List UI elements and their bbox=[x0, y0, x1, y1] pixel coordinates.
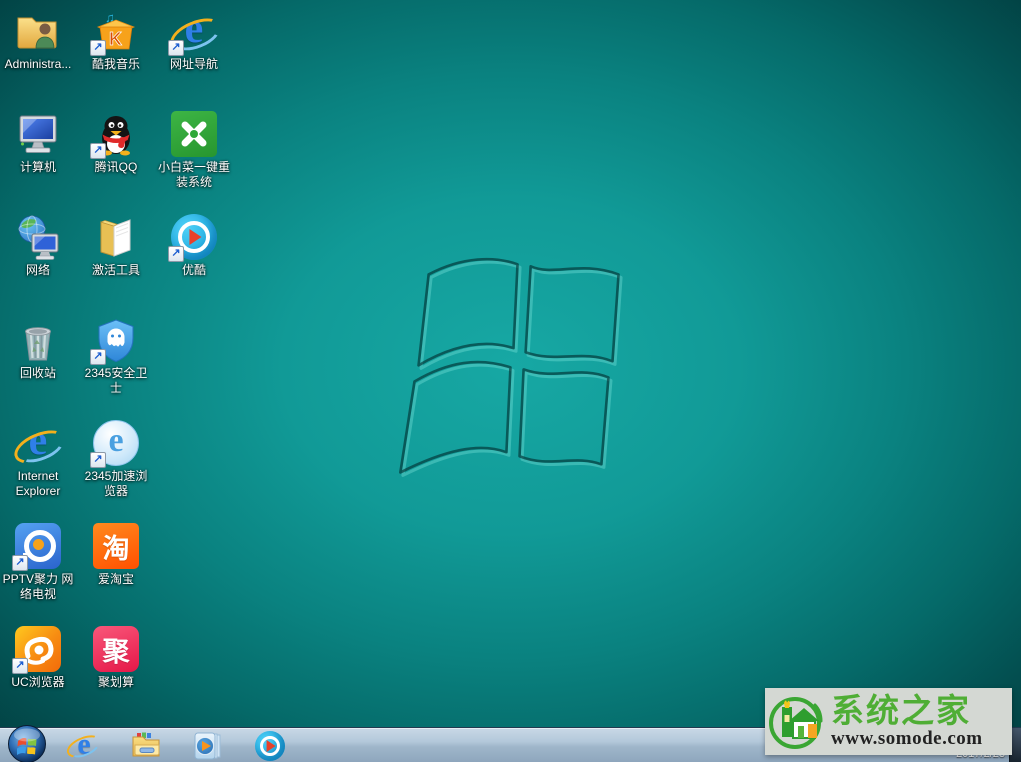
icon-label: 爱淘宝 bbox=[78, 572, 154, 587]
desktop-icon-web-navigation[interactable]: e ↗ 网址导航 bbox=[156, 8, 232, 72]
internet-explorer-icon: e ↗ bbox=[171, 8, 217, 54]
desktop-icon-uc-browser[interactable]: ↗ UC浏览器 bbox=[0, 626, 76, 690]
pptv-icon: ↗ bbox=[15, 523, 61, 569]
taskbar-youku[interactable] bbox=[241, 729, 299, 762]
green-x-icon bbox=[171, 111, 217, 157]
desktop-icon-recycle-bin[interactable]: 回收站 bbox=[0, 317, 76, 381]
taskbar-internet-explorer[interactable]: e bbox=[55, 729, 113, 762]
security-shield-icon: ↗ bbox=[93, 317, 139, 363]
desktop-icon-computer[interactable]: 计算机 bbox=[0, 111, 76, 175]
desktop: Administra... ♫ K ↗ 酷我音乐 e ↗ 网址导航 bbox=[0, 0, 1021, 762]
shortcut-arrow-icon: ↗ bbox=[90, 40, 106, 56]
icon-label: 激活工具 bbox=[78, 263, 154, 278]
icon-label: 计算机 bbox=[0, 160, 76, 175]
icon-label: 优酷 bbox=[156, 263, 232, 278]
icon-label: 2345安全卫士 bbox=[78, 366, 154, 396]
brand-url: www.somode.com bbox=[831, 729, 983, 749]
somode-logo-icon bbox=[765, 691, 827, 753]
internet-explorer-icon: e bbox=[15, 420, 61, 466]
desktop-icon-youku[interactable]: ↗ 优酷 bbox=[156, 214, 232, 278]
icon-label: 2345加速浏览器 bbox=[78, 469, 154, 499]
icon-label: 网络 bbox=[0, 263, 76, 278]
computer-monitor-icon bbox=[15, 111, 61, 157]
user-folder-icon bbox=[15, 8, 61, 54]
icon-label: Internet Explorer bbox=[0, 469, 76, 499]
windows-flag-watermark bbox=[366, 252, 664, 510]
desktop-icon-tencent-qq[interactable]: ↗ 腾讯QQ bbox=[78, 111, 154, 175]
shortcut-arrow-icon: ↗ bbox=[90, 143, 106, 159]
open-folder-icon bbox=[93, 214, 139, 260]
shortcut-arrow-icon: ↗ bbox=[12, 658, 28, 674]
desktop-icon-administrator[interactable]: Administra... bbox=[0, 8, 76, 72]
kuwo-music-icon: ♫ K ↗ bbox=[93, 8, 139, 54]
shortcut-arrow-icon: ↗ bbox=[12, 555, 28, 571]
icon-label: 网址导航 bbox=[156, 57, 232, 72]
taskbar-windows-explorer[interactable] bbox=[117, 729, 175, 762]
desktop-icon-pptv[interactable]: ↗ PPTV聚力 网络电视 bbox=[0, 523, 76, 602]
icon-label: 小白菜一键重装系统 bbox=[156, 160, 232, 190]
oem-watermark: 系统之家 www.somode.com bbox=[765, 688, 1012, 755]
juhuasuan-icon: 聚 bbox=[93, 626, 139, 672]
shortcut-arrow-icon: ↗ bbox=[90, 349, 106, 365]
youku-play-icon: ↗ bbox=[171, 214, 217, 260]
svg-text:K: K bbox=[109, 29, 122, 49]
desktop-icon-activation-tools[interactable]: 激活工具 bbox=[78, 214, 154, 278]
desktop-icon-2345-security[interactable]: ↗ 2345安全卫士 bbox=[78, 317, 154, 396]
network-globe-icon bbox=[15, 214, 61, 260]
desktop-icon-juhuasuan[interactable]: 聚 聚划算 bbox=[78, 626, 154, 690]
blue-e-browser-icon: e ↗ bbox=[93, 420, 139, 466]
taskbar-windows-media-player[interactable] bbox=[179, 729, 237, 762]
desktop-icon-aitaobao[interactable]: 淘 爱淘宝 bbox=[78, 523, 154, 587]
desktop-icon-internet-explorer[interactable]: e Internet Explorer bbox=[0, 420, 76, 499]
taobao-icon: 淘 bbox=[93, 523, 139, 569]
desktop-icon-xiaobaicai-reinstall[interactable]: 小白菜一键重装系统 bbox=[156, 111, 232, 190]
icon-label: UC浏览器 bbox=[0, 675, 76, 690]
icon-label: 聚划算 bbox=[78, 675, 154, 690]
desktop-icon-network[interactable]: 网络 bbox=[0, 214, 76, 278]
icon-label: PPTV聚力 网络电视 bbox=[0, 572, 76, 602]
icon-label: 回收站 bbox=[0, 366, 76, 381]
shortcut-arrow-icon: ↗ bbox=[168, 40, 184, 56]
brand-title: 系统之家 bbox=[831, 695, 983, 729]
icon-label: 腾讯QQ bbox=[78, 160, 154, 175]
shortcut-arrow-icon: ↗ bbox=[90, 452, 106, 468]
desktop-icon-2345-browser[interactable]: e ↗ 2345加速浏览器 bbox=[78, 420, 154, 499]
explorer-folder-icon bbox=[130, 730, 162, 762]
shortcut-arrow-icon: ↗ bbox=[168, 246, 184, 262]
icon-label: Administra... bbox=[0, 57, 76, 72]
desktop-icon-kuwo-music[interactable]: ♫ K ↗ 酷我音乐 bbox=[78, 8, 154, 72]
uc-squirrel-icon: ↗ bbox=[15, 626, 61, 672]
recycle-bin-icon bbox=[15, 317, 61, 363]
icon-label: 酷我音乐 bbox=[78, 57, 154, 72]
media-player-icon bbox=[192, 730, 224, 762]
qq-penguin-icon: ↗ bbox=[93, 111, 139, 157]
start-button[interactable] bbox=[7, 724, 47, 762]
